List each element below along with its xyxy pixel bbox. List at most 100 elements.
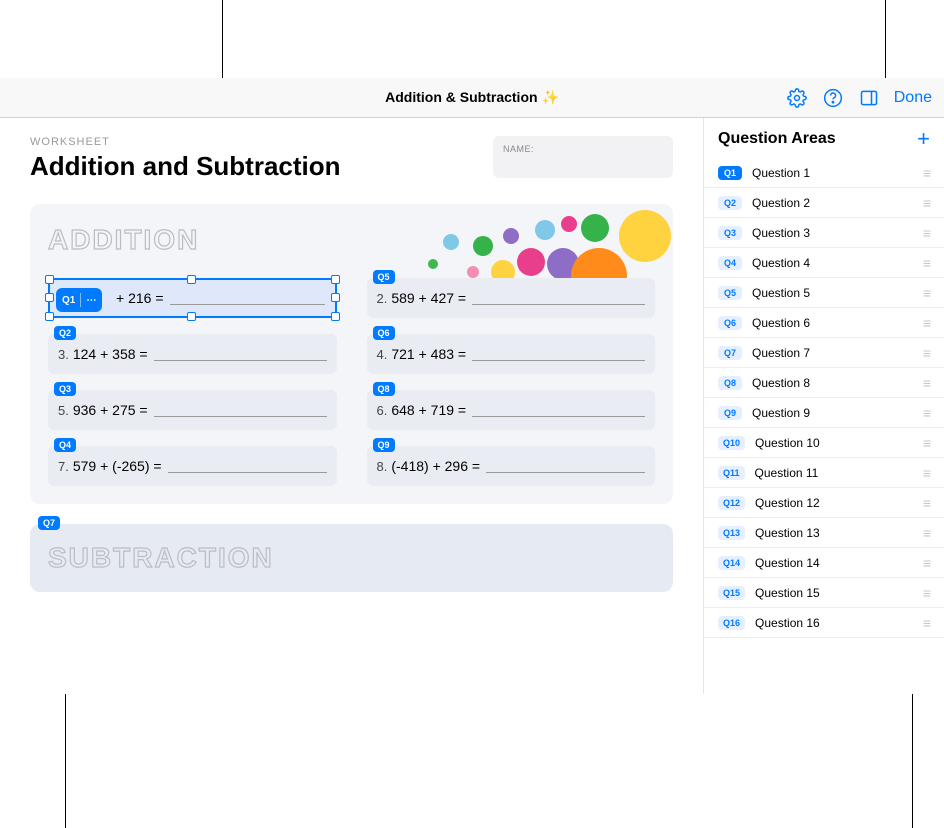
question-area-selected[interactable]: Q1 ⋯ + 216 = — [48, 278, 337, 318]
answer-line — [170, 291, 325, 305]
sidebar-item[interactable]: Q16Question 16≡ — [704, 608, 944, 638]
question-area[interactable]: Q2 3. 124 + 358 = — [48, 334, 337, 374]
document-title: Addition & Subtraction ✨ — [385, 89, 559, 106]
selection-badge[interactable]: Q1 ⋯ — [56, 288, 102, 312]
sidebar-item-label: Question 14 — [755, 556, 913, 570]
settings-icon[interactable] — [786, 87, 808, 109]
sidebar-item-label: Question 9 — [752, 406, 913, 420]
sidebar-item-label: Question 10 — [755, 436, 913, 450]
sidebar-item[interactable]: Q3Question 3≡ — [704, 218, 944, 248]
callout-line — [912, 694, 913, 828]
sidebar-item[interactable]: Q6Question 6≡ — [704, 308, 944, 338]
name-label: NAME: — [503, 144, 534, 154]
question-number: 3. — [58, 347, 69, 362]
sidebar-item[interactable]: Q4 Question 4 ≡ — [704, 248, 944, 278]
sidebar-item[interactable]: Q8Question 8≡ — [704, 368, 944, 398]
question-area[interactable]: Q3 5. 936 + 275 = — [48, 390, 337, 430]
drag-handle-icon[interactable]: ≡ — [923, 465, 930, 481]
question-badge: Q12 — [718, 496, 745, 510]
drag-handle-icon[interactable]: ≡ — [923, 165, 930, 181]
answer-line — [154, 403, 327, 417]
subtraction-section[interactable]: Q7 SUBTRACTION — [30, 524, 673, 592]
question-tag: Q7 — [38, 516, 60, 530]
sidebar-title: Question Areas — [718, 130, 836, 148]
resize-handle[interactable] — [45, 312, 54, 321]
sidebar-item-label: Question 12 — [755, 496, 913, 510]
drag-handle-icon[interactable]: ≡ — [923, 255, 930, 271]
sidebar-item-label: Question 13 — [755, 526, 913, 540]
question-tag: Q3 — [54, 382, 76, 396]
answer-line — [168, 459, 327, 473]
resize-handle[interactable] — [45, 293, 54, 302]
drag-handle-icon[interactable]: ≡ — [923, 495, 930, 511]
question-badge: Q4 — [718, 256, 742, 270]
question-expression: 124 + 358 = — [73, 346, 148, 362]
question-badge: Q11 — [718, 466, 745, 480]
sidebar-item[interactable]: Q12 Question 12 ≡ — [704, 488, 944, 518]
question-expression: + 216 = — [116, 290, 164, 306]
sidebar-item[interactable]: Q10Question 10≡ — [704, 428, 944, 458]
toolbar: Addition & Subtraction ✨ Done — [0, 78, 944, 118]
resize-handle[interactable] — [331, 293, 340, 302]
sidebar-item[interactable]: Q5Question 5≡ — [704, 278, 944, 308]
drag-handle-icon[interactable]: ≡ — [923, 435, 930, 451]
question-area[interactable]: Q9 8. (-418) + 296 = — [367, 446, 656, 486]
drag-handle-icon[interactable]: ≡ — [923, 345, 930, 361]
name-field[interactable]: NAME: — [493, 136, 673, 178]
drag-handle-icon[interactable]: ≡ — [923, 405, 930, 421]
question-area[interactable]: Q8 6. 648 + 719 = — [367, 390, 656, 430]
question-badge: Q9 — [718, 406, 742, 420]
sidebar-item[interactable]: Q1Question 1≡ — [704, 158, 944, 188]
worksheet-canvas[interactable]: WORKSHEET Addition and Subtraction NAME:… — [0, 118, 704, 694]
drag-handle-icon[interactable]: ≡ — [923, 375, 930, 391]
sidebar-item[interactable]: Q11Question 11≡ — [704, 458, 944, 488]
sidebar-item-label: Question 3 — [752, 226, 913, 240]
sidebar-item-label: Question 5 — [752, 286, 913, 300]
drag-handle-icon[interactable]: ≡ — [923, 555, 930, 571]
question-badge: Q6 — [718, 316, 742, 330]
question-area[interactable]: Q4 7. 579 + (-265) = — [48, 446, 337, 486]
drag-handle-icon[interactable]: ≡ — [923, 585, 930, 601]
question-badge: Q16 — [718, 616, 745, 630]
question-tag: Q6 — [373, 326, 395, 340]
resize-handle[interactable] — [45, 275, 54, 284]
sidebar-item-label: Question 4 — [752, 256, 913, 270]
question-badge: Q1 — [718, 166, 742, 180]
sidebar-item[interactable]: Q9 Question 9 ≡ — [704, 398, 944, 428]
question-number: 8. — [377, 459, 388, 474]
question-tag: Q5 — [373, 270, 395, 284]
done-button[interactable]: Done — [894, 89, 932, 107]
sidebar-item[interactable]: Q2Question 2≡ — [704, 188, 944, 218]
drag-handle-icon[interactable]: ≡ — [923, 315, 930, 331]
question-badge: Q8 — [718, 376, 742, 390]
sidebar-item[interactable]: Q7Question 7≡ — [704, 338, 944, 368]
more-icon[interactable]: ⋯ — [86, 295, 96, 306]
question-area[interactable]: Q5 2. 589 + 427 = — [367, 278, 656, 318]
question-badge: Q2 — [718, 196, 742, 210]
drag-handle-icon[interactable]: ≡ — [923, 285, 930, 301]
sidebar-item[interactable]: Q14Question 14≡ — [704, 548, 944, 578]
answer-line — [154, 347, 327, 361]
resize-handle[interactable] — [187, 275, 196, 284]
sidebar-item[interactable]: Q13Question 13≡ — [704, 518, 944, 548]
add-question-button[interactable]: + — [917, 130, 930, 148]
resize-handle[interactable] — [331, 312, 340, 321]
resize-handle[interactable] — [187, 312, 196, 321]
question-tag: Q2 — [54, 326, 76, 340]
sidebar-item[interactable]: Q15Question 15≡ — [704, 578, 944, 608]
callout-line — [222, 0, 223, 78]
drag-handle-icon[interactable]: ≡ — [923, 195, 930, 211]
drag-handle-icon[interactable]: ≡ — [923, 615, 930, 631]
drag-handle-icon[interactable]: ≡ — [923, 225, 930, 241]
sidebar-item-label: Question 7 — [752, 346, 913, 360]
question-expression: 936 + 275 = — [73, 402, 148, 418]
help-icon[interactable] — [822, 87, 844, 109]
question-expression: 721 + 483 = — [391, 346, 466, 362]
question-tag: Q4 — [54, 438, 76, 452]
drag-handle-icon[interactable]: ≡ — [923, 525, 930, 541]
sidebar-toggle-icon[interactable] — [858, 87, 880, 109]
resize-handle[interactable] — [331, 275, 340, 284]
callout-line — [885, 0, 886, 78]
selection-tag: Q1 — [62, 295, 75, 306]
question-area[interactable]: Q6 4. 721 + 483 = — [367, 334, 656, 374]
